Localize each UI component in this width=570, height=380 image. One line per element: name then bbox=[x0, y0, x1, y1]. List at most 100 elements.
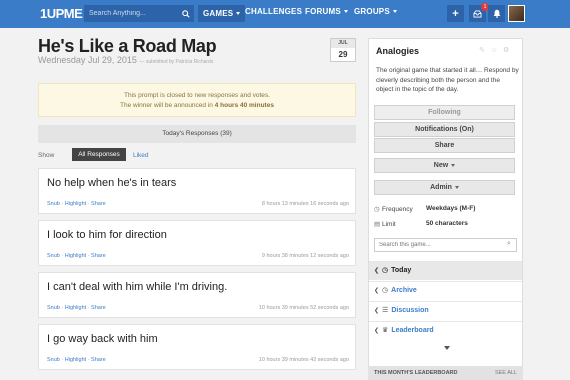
share-button[interactable]: Share bbox=[374, 138, 515, 153]
frequency-row: ◷ Frequency Weekdays (M-F) bbox=[374, 205, 475, 213]
response-card: No help when he's in tears Snub · Highli… bbox=[38, 168, 356, 214]
clock-icon: ◷ bbox=[382, 287, 389, 294]
response-card: I look to him for direction Snub · Highl… bbox=[38, 220, 356, 266]
notifications-toggle-button[interactable]: Notifications (On) bbox=[374, 122, 515, 137]
prompt-date: Wednesday Jul 29, 2015 bbox=[38, 55, 137, 65]
game-title: Analogies bbox=[376, 46, 420, 56]
see-all-link[interactable]: SEE ALL bbox=[495, 366, 517, 380]
nav-forums-label: FORUMS bbox=[305, 7, 341, 16]
frequency-label: Frequency bbox=[382, 206, 413, 213]
tab-all-responses[interactable]: All Responses bbox=[72, 148, 126, 161]
new-menu-button[interactable]: New bbox=[374, 158, 515, 173]
show-filter-label: Show bbox=[38, 152, 55, 159]
submitted-by-text: submitted by Patricia Richards bbox=[145, 59, 214, 65]
date-badge: JUL 29 bbox=[330, 38, 356, 62]
inbox-icon bbox=[473, 9, 482, 18]
trophy-icon: ♛ bbox=[382, 327, 389, 334]
top-nav-bar: 1UPME GAMES CHALLENGES FORUMS GROUPS + 1 bbox=[0, 0, 570, 28]
chevron-down-icon bbox=[451, 163, 456, 167]
limit-row: ▤ Limit 50 characters bbox=[374, 220, 468, 228]
nav-groups-label: GROUPS bbox=[354, 7, 390, 16]
highlight-link[interactable]: Highlight bbox=[65, 201, 86, 207]
nav-forums-menu[interactable]: FORUMS bbox=[305, 7, 348, 16]
sidebar-item-today[interactable]: ❮ ◷ Today bbox=[369, 261, 522, 280]
chevron-left-icon: ❮ bbox=[374, 328, 380, 334]
share-link[interactable]: Share bbox=[91, 357, 106, 363]
gear-icon[interactable]: ⚙ bbox=[503, 46, 509, 54]
sidebar-item-label: Leaderboard bbox=[391, 327, 434, 334]
snub-link[interactable]: Snub bbox=[47, 357, 60, 363]
response-actions: Snub · Highlight · Share bbox=[47, 253, 106, 259]
notice-line-1: This prompt is closed to new responses a… bbox=[124, 92, 270, 99]
frequency-value: Weekdays (M-F) bbox=[426, 205, 476, 212]
notice-line-2-text: The winner will be announced in bbox=[120, 102, 215, 109]
nav-challenges-link[interactable]: CHALLENGES bbox=[245, 7, 302, 16]
limit-label: Limit bbox=[382, 221, 396, 228]
chevron-left-icon: ❮ bbox=[374, 308, 380, 314]
sidebar-item-label: Today bbox=[391, 267, 412, 274]
sidebar-item-archive[interactable]: ❮ ◷ Archive bbox=[369, 281, 522, 300]
user-avatar[interactable] bbox=[508, 5, 525, 22]
share-link[interactable]: Share bbox=[91, 253, 106, 259]
share-link[interactable]: Share bbox=[91, 305, 106, 311]
sidebar-item-leaderboard[interactable]: ❮ ♛ Leaderboard bbox=[369, 321, 522, 340]
response-timestamp: 10 hours 39 minutes 52 seconds ago bbox=[258, 305, 349, 311]
search-icon[interactable] bbox=[178, 5, 194, 22]
highlight-link[interactable]: Highlight bbox=[65, 357, 86, 363]
edit-icon[interactable]: ✎ bbox=[479, 46, 485, 54]
response-card: I can't deal with him while I'm driving.… bbox=[38, 272, 356, 318]
page-title: He's Like a Road Map bbox=[38, 36, 217, 56]
response-text: I look to him for direction bbox=[47, 229, 167, 241]
submitted-by: — submitted by Patricia Richards bbox=[139, 59, 214, 65]
response-text: No help when he's in tears bbox=[47, 177, 177, 189]
leaderboard-header: THIS MONTH'S LEADERBOARD SEE ALL bbox=[368, 366, 523, 380]
closed-notice: This prompt is closed to new responses a… bbox=[38, 83, 356, 117]
date-day: 29 bbox=[338, 50, 348, 59]
limit-value: 50 characters bbox=[426, 220, 468, 227]
sidebar-item-discussion[interactable]: ❮ ☰ Discussion bbox=[369, 301, 522, 320]
add-button[interactable]: + bbox=[447, 5, 464, 22]
tab-liked[interactable]: Liked bbox=[133, 152, 149, 159]
highlight-link[interactable]: Highlight bbox=[65, 305, 86, 311]
game-description: The original game that started it all… R… bbox=[376, 67, 519, 93]
clock-icon: ◷ bbox=[374, 206, 380, 213]
sidebar-item-label: Discussion bbox=[391, 307, 429, 314]
following-button[interactable]: Following bbox=[374, 105, 515, 120]
list-icon: ☰ bbox=[382, 307, 389, 314]
responses-header: Today's Responses (39) bbox=[38, 125, 356, 143]
response-actions: Snub · Highlight · Share bbox=[47, 305, 106, 311]
countdown-value: 4 hours 40 minutes bbox=[214, 102, 274, 109]
expand-more-icon[interactable] bbox=[444, 346, 450, 350]
admin-button-label: Admin bbox=[430, 184, 452, 191]
nav-groups-menu[interactable]: GROUPS bbox=[354, 7, 397, 16]
chevron-down-icon bbox=[392, 10, 397, 14]
chevron-down-icon bbox=[236, 12, 241, 16]
share-link[interactable]: Share bbox=[91, 201, 106, 207]
admin-menu-button[interactable]: Admin bbox=[374, 180, 515, 195]
game-sidebar-panel: Analogies ✎ ☆ ⚙ The original game that s… bbox=[368, 38, 523, 380]
sidebar-item-label: Archive bbox=[391, 287, 417, 294]
chevron-down-icon bbox=[454, 185, 459, 189]
nav-games-menu[interactable]: GAMES bbox=[198, 5, 246, 22]
star-icon[interactable]: ☆ bbox=[491, 46, 497, 54]
text-limit-icon: ▤ bbox=[374, 221, 381, 228]
new-button-label: New bbox=[433, 162, 449, 169]
snub-link[interactable]: Snub bbox=[47, 253, 60, 259]
response-actions: Snub · Highlight · Share bbox=[47, 201, 106, 207]
chevron-left-icon: ❮ bbox=[374, 268, 380, 274]
response-text: I can't deal with him while I'm driving. bbox=[47, 281, 228, 293]
response-card: I go way back with him Snub · Highlight … bbox=[38, 324, 356, 370]
response-timestamp: 8 hours 13 minutes 16 seconds ago bbox=[261, 201, 349, 207]
notifications-button[interactable] bbox=[488, 5, 505, 22]
snub-link[interactable]: Snub bbox=[47, 305, 60, 311]
chevron-down-icon bbox=[343, 10, 348, 14]
bell-icon bbox=[493, 9, 500, 18]
snub-link[interactable]: Snub bbox=[47, 201, 60, 207]
clock-icon: ◷ bbox=[382, 267, 389, 274]
site-logo[interactable]: 1UPME bbox=[40, 6, 83, 21]
game-search-input[interactable] bbox=[374, 238, 517, 252]
highlight-link[interactable]: Highlight bbox=[65, 253, 86, 259]
date-month: JUL bbox=[331, 39, 355, 48]
page-subtitle: Wednesday Jul 29, 2015 — submitted by Pa… bbox=[38, 55, 213, 65]
search-icon[interactable]: ⌕ bbox=[507, 240, 511, 248]
